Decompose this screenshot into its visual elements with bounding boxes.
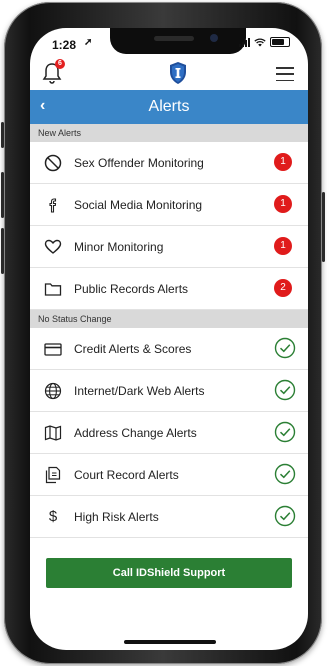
battery-icon xyxy=(270,37,290,47)
check-circle-icon xyxy=(274,379,296,401)
location-arrow-icon: ➚ xyxy=(84,37,93,48)
app-header: 6 xyxy=(30,58,308,90)
list-item-social-media[interactable]: Social Media Monitoring 1 xyxy=(30,184,308,226)
list-item-address-change[interactable]: Address Change Alerts xyxy=(30,412,308,454)
folder-icon xyxy=(43,279,63,299)
list-item-sex-offender[interactable]: Sex Offender Monitoring 1 xyxy=(30,142,308,184)
alert-count-badge: 2 xyxy=(274,279,292,297)
list-item-label: Public Records Alerts xyxy=(74,281,189,296)
alert-count-badge: 1 xyxy=(274,195,292,213)
list-item-credit-alerts[interactable]: Credit Alerts & Scores xyxy=(30,328,308,370)
notification-badge: 6 xyxy=(55,59,65,69)
list-item-public-records[interactable]: Public Records Alerts 2 xyxy=(30,268,308,310)
volume-up-button xyxy=(1,172,4,218)
call-support-button[interactable]: Call IDShield Support xyxy=(46,558,292,588)
list-item-label: Minor Monitoring xyxy=(74,239,164,254)
notifications-button[interactable]: 6 xyxy=(42,59,65,84)
check-circle-icon xyxy=(274,421,296,443)
phone-screen: 1:28 ➚ 6 ‹ Alerts New Alerts Sex Offende… xyxy=(30,28,308,650)
list-item-label: High Risk Alerts xyxy=(74,509,159,524)
list-item-label: Sex Offender Monitoring xyxy=(74,155,204,170)
check-circle-icon xyxy=(274,463,296,485)
home-indicator[interactable] xyxy=(124,640,216,644)
nav-bar: ‹ Alerts xyxy=(30,90,308,124)
facebook-icon xyxy=(43,195,63,215)
phone-frame: 1:28 ➚ 6 ‹ Alerts New Alerts Sex Offende… xyxy=(1,2,325,664)
status-time: 1:28 xyxy=(52,38,77,52)
wifi-icon xyxy=(254,37,266,46)
list-item-high-risk[interactable]: $ High Risk Alerts xyxy=(30,496,308,538)
globe-icon xyxy=(43,381,63,401)
list-item-dark-web[interactable]: Internet/Dark Web Alerts xyxy=(30,370,308,412)
heart-icon xyxy=(43,237,63,257)
alert-count-badge: 1 xyxy=(274,153,292,171)
list-item-label: Internet/Dark Web Alerts xyxy=(74,383,205,398)
silent-switch xyxy=(1,122,4,148)
no-entry-icon xyxy=(43,153,63,173)
list-item-label: Social Media Monitoring xyxy=(74,197,203,212)
section-header-no-status-change: No Status Change xyxy=(30,310,308,328)
list-item-label: Address Change Alerts xyxy=(74,425,197,440)
hamburger-menu-icon[interactable] xyxy=(276,67,294,81)
documents-icon xyxy=(43,465,63,485)
credit-card-icon xyxy=(43,339,63,359)
page-title: Alerts xyxy=(148,98,190,115)
volume-down-button xyxy=(1,228,4,274)
list-item-label: Court Record Alerts xyxy=(74,467,179,482)
idshield-logo-icon xyxy=(170,62,186,84)
cellular-signal-icon xyxy=(239,37,250,47)
list-item-minor-monitoring[interactable]: Minor Monitoring 1 xyxy=(30,226,308,268)
power-button xyxy=(322,192,325,262)
alerts-list: New Alerts Sex Offender Monitoring 1 Soc… xyxy=(30,124,308,538)
list-item-label: Credit Alerts & Scores xyxy=(74,341,192,356)
list-item-court-record[interactable]: Court Record Alerts xyxy=(30,454,308,496)
dollar-icon: $ xyxy=(48,508,58,525)
map-icon xyxy=(43,423,63,443)
status-bar: 1:28 ➚ xyxy=(30,28,308,58)
section-header-new-alerts: New Alerts xyxy=(30,124,308,142)
check-circle-icon xyxy=(274,337,296,359)
alert-count-badge: 1 xyxy=(274,237,292,255)
check-circle-icon xyxy=(274,505,296,527)
